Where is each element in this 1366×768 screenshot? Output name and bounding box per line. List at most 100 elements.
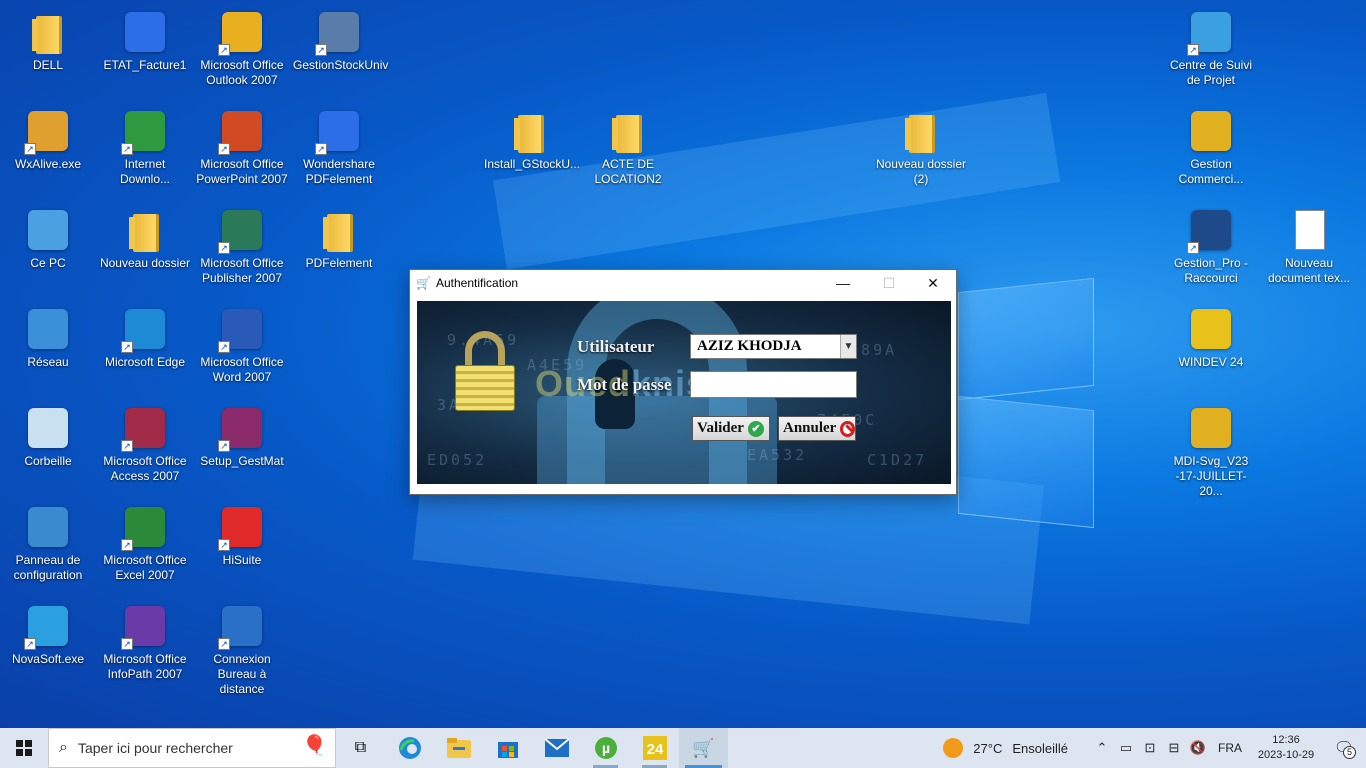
clock[interactable]: 12:36 2023-10-29 (1250, 733, 1322, 763)
network-icon[interactable]: ⊟ (1162, 740, 1186, 756)
taskbar: ⌕ Taper ici pour rechercher 🎈 ⧉ µ 24 🛒 2… (0, 728, 1366, 768)
desktop-icon[interactable]: Panneau de configuration (0, 503, 96, 583)
task-view-button[interactable]: ⧉ (336, 728, 385, 768)
desktop-icon[interactable]: ↗ HiSuite (194, 503, 290, 568)
desktop-icon-label: Microsoft Office Publisher 2007 (200, 256, 284, 285)
desktop-icon-label: Gestion Commerci... (1178, 157, 1244, 186)
desktop-icon[interactable]: Nouveau dossier (97, 206, 193, 271)
shortcut-arrow-icon: ↗ (121, 539, 133, 551)
folder-icon (506, 107, 554, 155)
desktop-icon[interactable]: ↗ Gestion_Pro - Raccourci (1163, 206, 1259, 286)
desktop-icon-label: Microsoft Office Excel 2007 (103, 553, 187, 582)
desktop-icon[interactable]: ↗ Microsoft Office PowerPoint 2007 (194, 107, 290, 187)
language-indicator[interactable]: FRA (1210, 741, 1250, 755)
edge-icon: ↗ (121, 305, 169, 353)
desktop-icon[interactable]: ACTE DE LOCATION2 (580, 107, 676, 187)
desktop-icon-label: NovaSoft.exe (11, 652, 85, 666)
desktop-icon[interactable]: ↗ Microsoft Office Access 2007 (97, 404, 193, 484)
shortcut-arrow-icon: ↗ (218, 341, 230, 353)
desktop-icon[interactable]: ↗ WxAlive.exe (0, 107, 96, 172)
maximize-button[interactable]: ☐ (866, 270, 912, 296)
start-button[interactable] (0, 728, 48, 768)
desktop-icon[interactable]: ETAT_Facture1 (97, 8, 193, 73)
padlock-icon (455, 331, 515, 411)
device-icon[interactable]: ▭ (1114, 740, 1138, 756)
shortcut-arrow-icon: ↗ (315, 143, 327, 155)
taskbar-windev[interactable]: 24 (630, 728, 679, 768)
desktop-icon[interactable]: Install_GStockU... (482, 107, 580, 172)
shortcut-arrow-icon: ↗ (1187, 242, 1199, 254)
shortcut-arrow-icon: ↗ (121, 440, 133, 452)
desktop-icon[interactable]: ↗ Microsoft Office Word 2007 (194, 305, 290, 385)
word-icon: ↗ (218, 305, 266, 353)
desktop-icon[interactable]: Nouveau dossier (2) (873, 107, 969, 187)
chevron-down-icon[interactable]: ▼ (840, 335, 856, 358)
taskbar-store[interactable] (483, 728, 532, 768)
desktop-icon[interactable]: WINDEV 24 (1163, 305, 1259, 370)
shortcut-arrow-icon: ↗ (315, 44, 327, 56)
desktop-icon[interactable]: ↗ Centre de Suivi de Projet (1163, 8, 1259, 88)
desktop-icon[interactable]: ↗ Connexion Bureau à distance (194, 602, 290, 697)
user-select[interactable]: AZIZ KHODJA ▼ (690, 334, 857, 359)
prohibited-icon (840, 420, 855, 437)
chevron-up-icon[interactable]: ⌃ (1090, 740, 1114, 756)
weather-temp[interactable]: 27°C (973, 741, 1002, 756)
desktop-icon-label: HiSuite (222, 553, 262, 567)
desktop-icon-label: Microsoft Office PowerPoint 2007 (196, 157, 288, 186)
search-box[interactable]: ⌕ Taper ici pour rechercher 🎈 (48, 728, 336, 768)
password-field[interactable] (690, 371, 857, 398)
weather-icon[interactable] (943, 738, 964, 758)
desktop-icon[interactable]: MDI-Svg_V23 -17-JUILLET-20... (1163, 404, 1259, 499)
close-button[interactable]: ✕ (910, 270, 956, 296)
windows-logo-pane (958, 277, 1094, 401)
desktop-icon[interactable]: Gestion Commerci... (1163, 107, 1259, 187)
volume-muted-icon[interactable]: 🔇 (1186, 740, 1210, 756)
desktop-icon[interactable]: ↗ NovaSoft.exe (0, 602, 96, 667)
notification-count: 5 (1343, 746, 1356, 759)
taskbar-gestion-pro[interactable]: 🛒 (679, 728, 728, 768)
auth-dialog: 🛒 Authentification — ☐ ✕ 9.4A69 A4E59 5889… (409, 269, 957, 495)
desktop-icon[interactable]: ↗ Microsoft Office Publisher 2007 (194, 206, 290, 286)
desktop-icon-label: Ce PC (30, 256, 66, 270)
edge-icon (398, 737, 421, 759)
weather-text[interactable]: Ensoleillé (1012, 741, 1068, 756)
connectivity-icon[interactable]: ⊡ (1138, 740, 1162, 756)
desktop-icon[interactable]: ↗ Microsoft Office Outlook 2007 (194, 8, 290, 88)
desktop-icon[interactable]: DELL (0, 8, 96, 73)
light-beam (492, 92, 1061, 270)
desktop-icon[interactable]: ↗ Internet Downlo... (97, 107, 193, 187)
validate-label: Valider (697, 420, 744, 436)
task-view-icon: ⧉ (354, 739, 367, 756)
desktop-icon[interactable]: ↗ Setup_GestMat (194, 404, 290, 469)
desktop-icon[interactable]: ↗ GestionStockUniv (291, 8, 388, 73)
taskbar-mail[interactable] (532, 728, 581, 768)
user-select-value: AZIZ KHODJA (697, 338, 802, 354)
shortcut-arrow-icon: ↗ (218, 242, 230, 254)
desktop-icon[interactable]: Réseau (0, 305, 96, 370)
desktop-icon[interactable]: PDFelement (291, 206, 387, 271)
shortcut-arrow-icon: ↗ (1187, 44, 1199, 56)
desktop-icon-label: Centre de Suivi de Projet (1169, 58, 1253, 87)
computer-icon (24, 206, 72, 254)
taskbar-file-explorer[interactable] (434, 728, 483, 768)
desktop-icon[interactable]: ↗ Microsoft Office Excel 2007 (97, 503, 193, 583)
notification-center-button[interactable]: 🗨 5 (1322, 738, 1366, 759)
utorrent-icon: µ (594, 737, 617, 759)
taskbar-edge[interactable] (385, 728, 434, 768)
taskbar-utorrent[interactable]: µ (581, 728, 630, 768)
cancel-button[interactable]: Annuler (778, 416, 856, 441)
infopath-icon: ↗ (121, 602, 169, 650)
desktop-icon[interactable]: ↗ Wondershare PDFelement (291, 107, 387, 187)
svg-text:24: 24 (646, 741, 663, 758)
winrar-icon: ↗ (218, 404, 266, 452)
mail-icon (544, 739, 569, 757)
desktop-icon[interactable]: ↗ Microsoft Office InfoPath 2007 (97, 602, 193, 682)
minimize-button[interactable]: — (820, 270, 866, 296)
desktop-icon-label: ETAT_Facture1 (103, 58, 187, 72)
desktop-icon[interactable]: Ce PC (0, 206, 96, 271)
desktop-icon[interactable]: ↗ Microsoft Edge (97, 305, 193, 370)
shortcut-arrow-icon: ↗ (24, 143, 36, 155)
desktop-icon[interactable]: Nouveau document tex... (1261, 206, 1357, 286)
desktop-icon[interactable]: Corbeille (0, 404, 96, 469)
validate-button[interactable]: Valider ✔ (692, 416, 770, 441)
